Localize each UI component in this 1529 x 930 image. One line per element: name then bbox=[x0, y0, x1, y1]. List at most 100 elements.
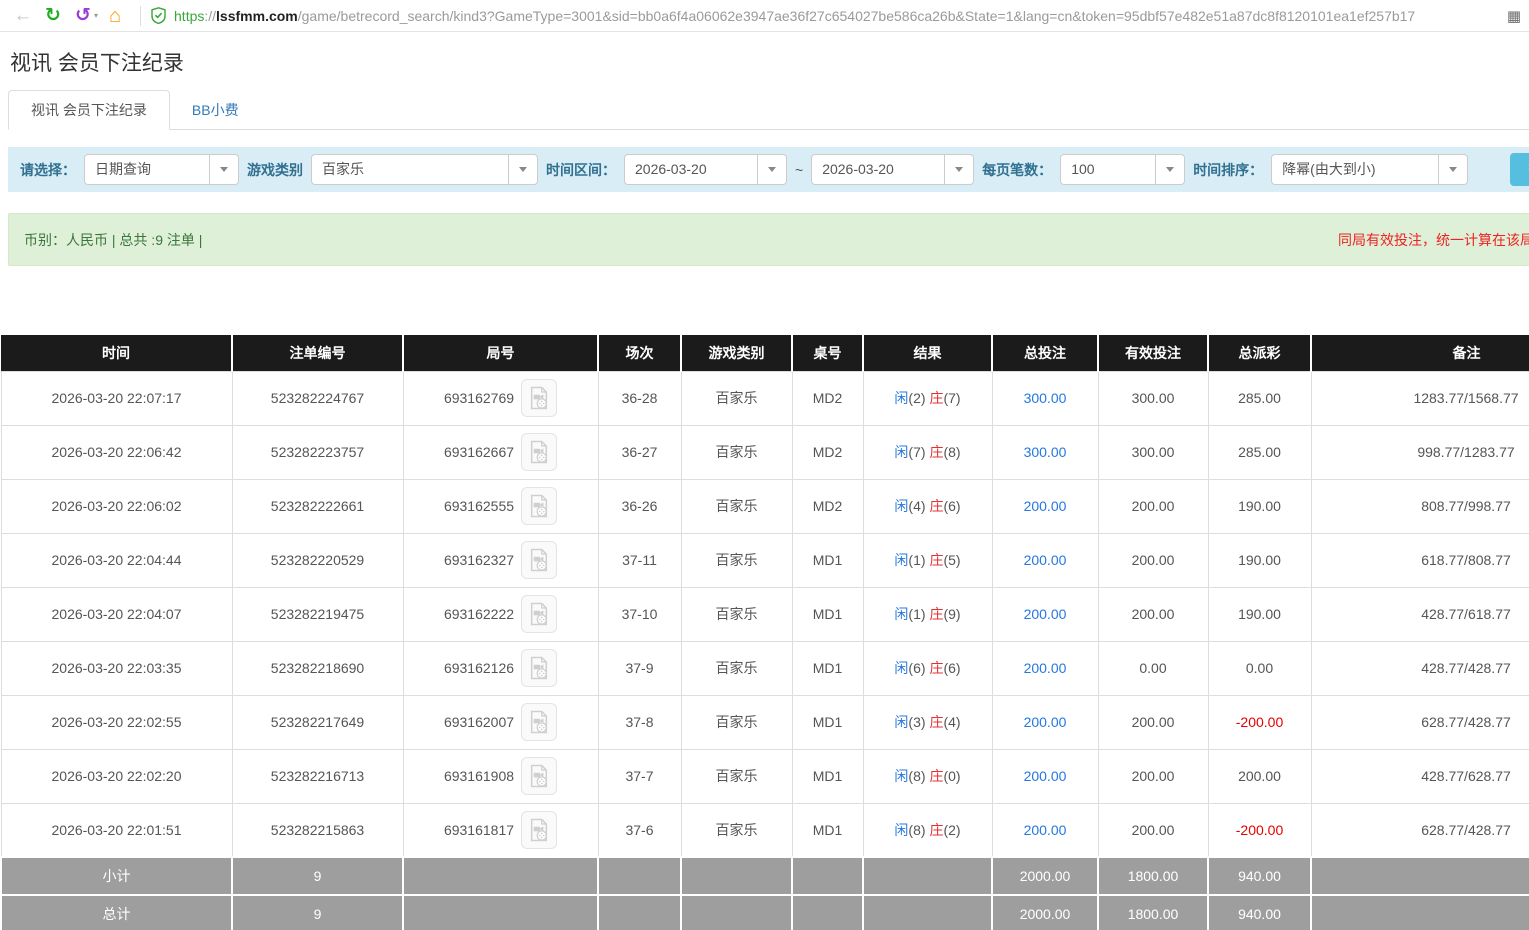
footer-cell-bet-no: 9 bbox=[232, 895, 403, 930]
tab-bb-tip[interactable]: BB小费 bbox=[170, 91, 261, 129]
cell-remark: 1283.77/1568.77 bbox=[1311, 371, 1529, 425]
cell-result: 闲(7) 庄(8) bbox=[863, 425, 992, 479]
footer-cell-session bbox=[598, 857, 681, 895]
total-bet-link[interactable]: 200.00 bbox=[1024, 498, 1067, 514]
total-bet-link[interactable]: 200.00 bbox=[1024, 822, 1067, 838]
cell-total-bet: 200.00 bbox=[992, 749, 1098, 803]
chevron-down-icon bbox=[944, 155, 973, 184]
cell-bet-no: 523282222661 bbox=[232, 479, 403, 533]
query-type-select[interactable]: 日期查询 bbox=[84, 154, 239, 185]
total-bet-link[interactable]: 300.00 bbox=[1024, 444, 1067, 460]
footer-cell-remark bbox=[1311, 857, 1529, 895]
cell-result: 闲(4) 庄(6) bbox=[863, 479, 992, 533]
cell-time: 2026-03-20 22:02:55 bbox=[1, 695, 232, 749]
table-row: 2026-03-20 22:03:35523282218690693162126… bbox=[1, 641, 1529, 695]
cell-result: 闲(1) 庄(5) bbox=[863, 533, 992, 587]
round-no-wrap: 693162126 bbox=[404, 649, 598, 687]
video-replay-button[interactable] bbox=[521, 379, 557, 417]
search-button[interactable]: 查询 bbox=[1510, 153, 1529, 186]
chevron-down-icon[interactable]: ▾ bbox=[94, 11, 98, 20]
time-sort-select[interactable]: 降幂(由大到小) bbox=[1271, 154, 1468, 185]
video-replay-button[interactable] bbox=[521, 433, 557, 471]
round-no-wrap: 693162555 bbox=[404, 487, 598, 525]
round-no-text: 693162126 bbox=[444, 660, 514, 676]
refresh-icon[interactable]: ↻ bbox=[38, 1, 68, 31]
cell-total-payout: 200.00 bbox=[1208, 749, 1311, 803]
result-banker-count: (5) bbox=[943, 552, 960, 568]
video-replay-button[interactable] bbox=[521, 757, 557, 795]
result-banker-count: (2) bbox=[943, 822, 960, 838]
result-banker-count: (6) bbox=[943, 660, 960, 676]
video-replay-button[interactable] bbox=[521, 703, 557, 741]
url-text: https://lssfmm.com/game/betrecord_search… bbox=[174, 8, 1415, 24]
video-replay-button[interactable] bbox=[521, 811, 557, 849]
cell-game-type: 百家乐 bbox=[681, 587, 792, 641]
cell-valid-bet: 300.00 bbox=[1098, 425, 1208, 479]
cell-total-bet: 300.00 bbox=[992, 425, 1098, 479]
cell-result: 闲(6) 庄(6) bbox=[863, 641, 992, 695]
result-banker-count: (0) bbox=[943, 768, 960, 784]
address-bar[interactable]: https://lssfmm.com/game/betrecord_search… bbox=[151, 7, 1499, 24]
table-row: 2026-03-20 22:04:07523282219475693162222… bbox=[1, 587, 1529, 641]
cell-round-no: 693162667 bbox=[403, 425, 598, 479]
cell-total-payout: 0.00 bbox=[1208, 641, 1311, 695]
cell-bet-no: 523282215863 bbox=[232, 803, 403, 857]
video-replay-button[interactable] bbox=[521, 649, 557, 687]
video-replay-button[interactable] bbox=[521, 541, 557, 579]
total-bet-link[interactable]: 200.00 bbox=[1024, 660, 1067, 676]
col-header-valid-bet: 有效投注 bbox=[1098, 335, 1208, 371]
cell-total-payout: 190.00 bbox=[1208, 587, 1311, 641]
round-no-text: 693162007 bbox=[444, 714, 514, 730]
result-player-label: 闲 bbox=[894, 768, 908, 784]
table-row: 2026-03-20 22:06:02523282222661693162555… bbox=[1, 479, 1529, 533]
filter-bar: 请选择： 日期查询 游戏类别 百家乐 时间区间： 2026-03-20 ~ 20… bbox=[8, 147, 1529, 192]
table-row: 2026-03-20 22:06:42523282223757693162667… bbox=[1, 425, 1529, 479]
cell-session: 37-6 bbox=[598, 803, 681, 857]
cell-game-type: 百家乐 bbox=[681, 749, 792, 803]
cell-remark: 428.77/628.77 bbox=[1311, 749, 1529, 803]
cell-total-payout: 190.00 bbox=[1208, 479, 1311, 533]
cell-bet-no: 523282220529 bbox=[232, 533, 403, 587]
total-bet-link[interactable]: 200.00 bbox=[1024, 606, 1067, 622]
cell-time: 2026-03-20 22:06:42 bbox=[1, 425, 232, 479]
page-size-select[interactable]: 100 bbox=[1060, 154, 1185, 185]
cell-table-no: MD1 bbox=[792, 587, 863, 641]
cell-total-bet: 200.00 bbox=[992, 695, 1098, 749]
total-bet-link[interactable]: 300.00 bbox=[1024, 390, 1067, 406]
game-type-select[interactable]: 百家乐 bbox=[311, 154, 538, 185]
cell-table-no: MD2 bbox=[792, 425, 863, 479]
cell-game-type: 百家乐 bbox=[681, 533, 792, 587]
cell-table-no: MD1 bbox=[792, 533, 863, 587]
qr-code-icon[interactable]: ▦ bbox=[1507, 7, 1521, 25]
footer-cell-valid-bet: 1800.00 bbox=[1098, 857, 1208, 895]
video-replay-button[interactable] bbox=[521, 595, 557, 633]
total-bet-link[interactable]: 200.00 bbox=[1024, 768, 1067, 784]
cell-valid-bet: 200.00 bbox=[1098, 533, 1208, 587]
video-file-icon bbox=[528, 656, 550, 680]
footer-cell-result bbox=[863, 895, 992, 930]
footer-cell-game-type bbox=[681, 895, 792, 930]
cell-remark: 628.77/428.77 bbox=[1311, 695, 1529, 749]
video-file-icon bbox=[528, 386, 550, 410]
total-bet-link[interactable]: 200.00 bbox=[1024, 552, 1067, 568]
subtotal-row: 小计92000.001800.00940.00 bbox=[1, 857, 1529, 895]
cell-bet-no: 523282223757 bbox=[232, 425, 403, 479]
date-to-input[interactable]: 2026-03-20 bbox=[811, 154, 974, 185]
home-icon[interactable]: ⌂ bbox=[100, 1, 130, 31]
cell-time: 2026-03-20 22:06:02 bbox=[1, 479, 232, 533]
cell-time: 2026-03-20 22:04:07 bbox=[1, 587, 232, 641]
cell-valid-bet: 200.00 bbox=[1098, 479, 1208, 533]
video-replay-button[interactable] bbox=[521, 487, 557, 525]
cell-bet-no: 523282218690 bbox=[232, 641, 403, 695]
total-bet-link[interactable]: 200.00 bbox=[1024, 714, 1067, 730]
result-player-label: 闲 bbox=[894, 390, 908, 406]
cell-result: 闲(8) 庄(2) bbox=[863, 803, 992, 857]
date-from-input[interactable]: 2026-03-20 bbox=[624, 154, 787, 185]
video-file-icon bbox=[528, 494, 550, 518]
back-icon[interactable]: ← bbox=[8, 1, 38, 31]
video-file-icon bbox=[528, 602, 550, 626]
tab-bet-records[interactable]: 视讯 会员下注纪录 bbox=[8, 90, 170, 130]
cell-valid-bet: 300.00 bbox=[1098, 371, 1208, 425]
cell-table-no: MD2 bbox=[792, 371, 863, 425]
footer-cell-game-type bbox=[681, 857, 792, 895]
